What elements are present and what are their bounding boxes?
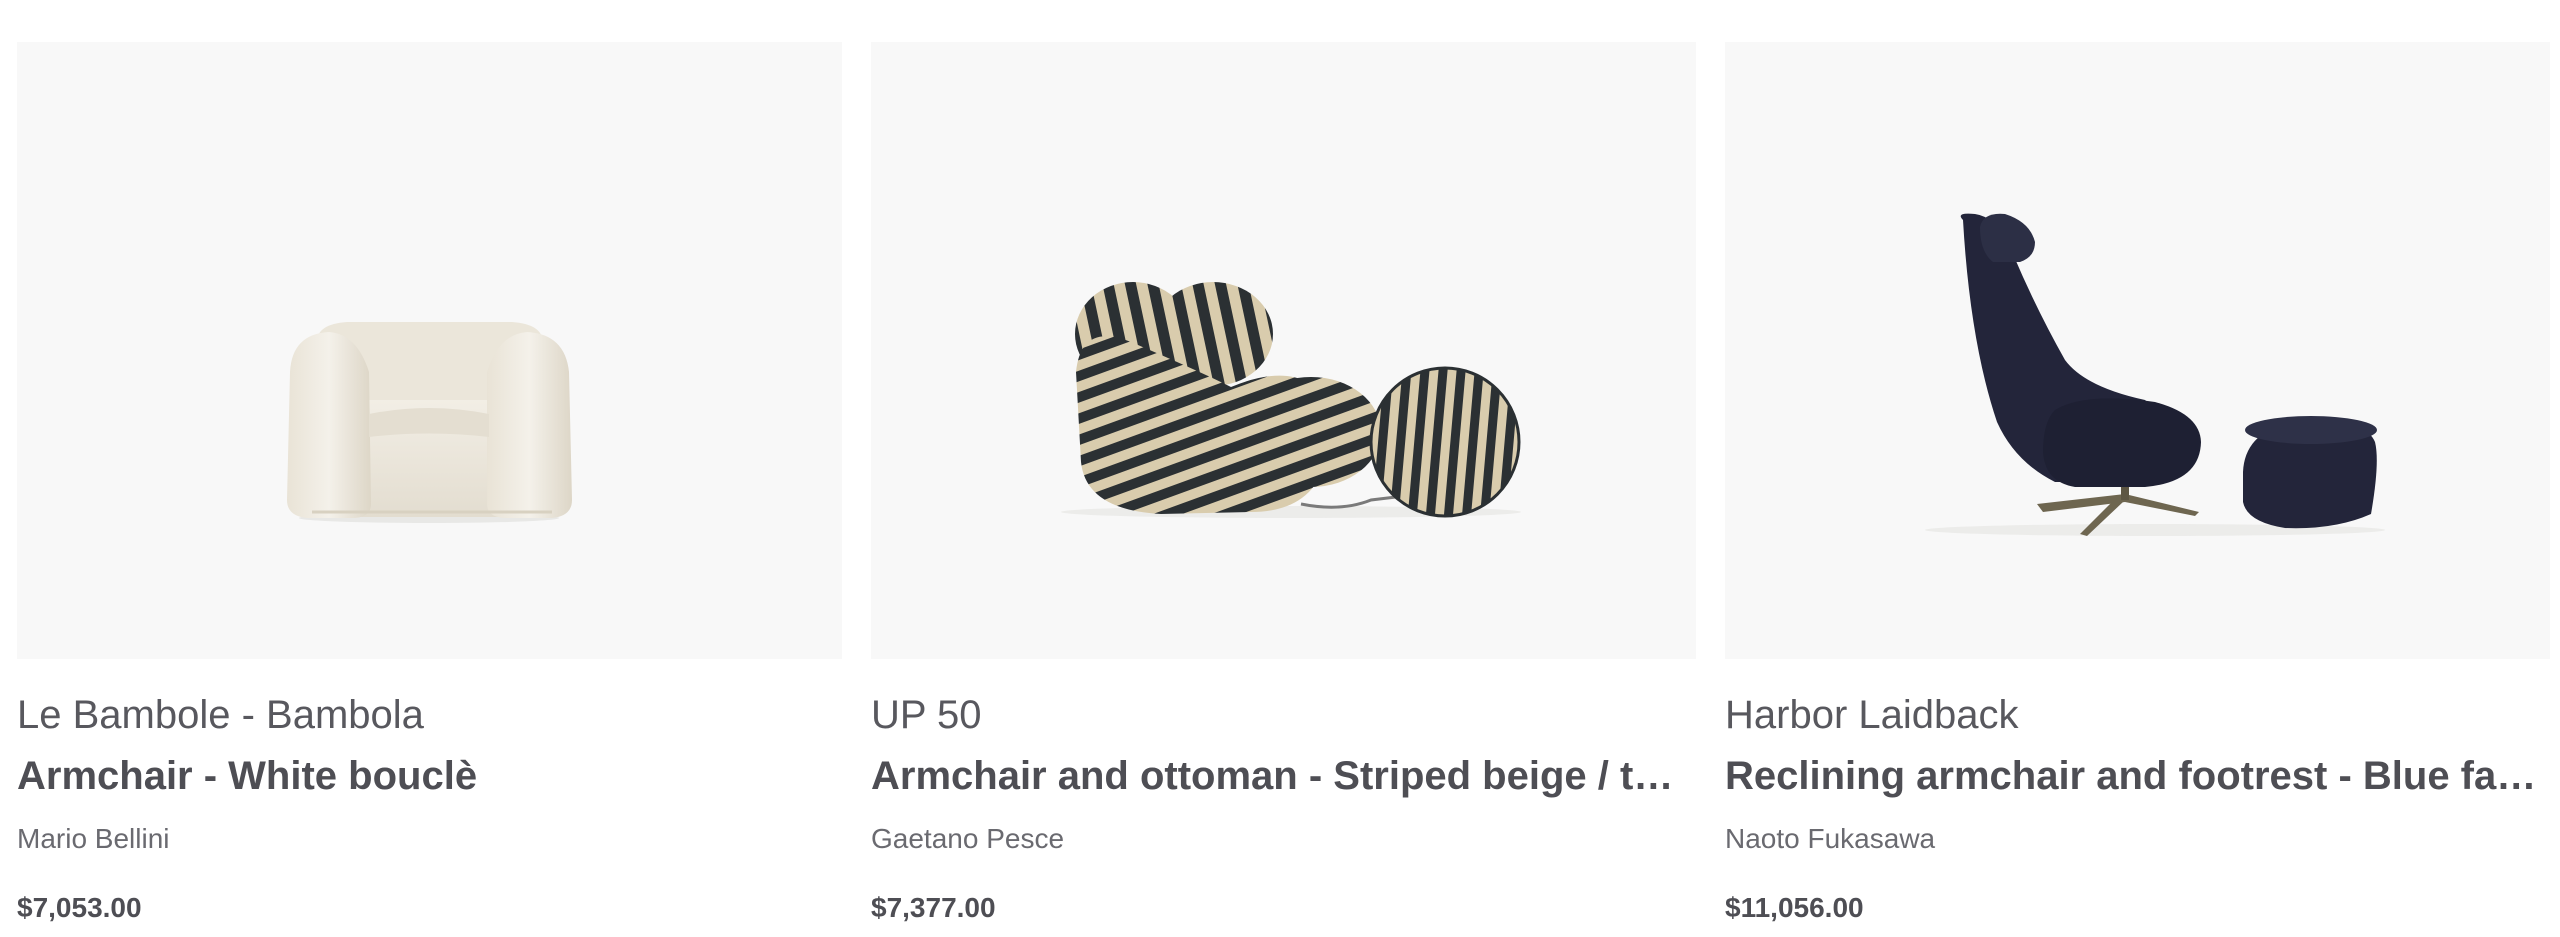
product-grid: Le Bambole - Bambola Armchair - White bo… xyxy=(17,42,2550,925)
product-price: $7,053.00 xyxy=(17,892,142,923)
white-boucle-armchair-image xyxy=(287,322,572,523)
product-card-up50[interactable]: UP 50 Armchair and ottoman - Striped bei… xyxy=(871,42,1696,925)
product-designer: Naoto Fukasawa xyxy=(1725,823,1936,854)
product-collection: UP 50 xyxy=(871,693,982,737)
product-collection: Harbor Laidback xyxy=(1725,693,2019,737)
product-collection: Le Bambole - Bambola xyxy=(17,693,424,737)
blue-reclining-armchair-footrest-image xyxy=(1925,213,2385,536)
product-name[interactable]: Reclining armchair and footrest - Blue f… xyxy=(1725,752,2550,800)
product-price: $7,377.00 xyxy=(871,892,996,923)
product-image-container[interactable] xyxy=(871,42,1696,659)
striped-armchair-ottoman-image xyxy=(1061,282,1521,518)
product-price: $11,056.00 xyxy=(1725,892,1864,923)
product-name[interactable]: Armchair and ottoman - Striped beige / t… xyxy=(871,752,1696,800)
product-image-container[interactable] xyxy=(17,42,842,659)
product-card-le-bambole[interactable]: Le Bambole - Bambola Armchair - White bo… xyxy=(17,42,842,925)
product-designer: Gaetano Pesce xyxy=(871,823,1065,854)
product-image-container[interactable] xyxy=(1725,42,2550,659)
product-designer: Mario Bellini xyxy=(17,823,170,854)
product-name[interactable]: Armchair - White bouclè xyxy=(17,752,842,800)
product-card-harbor-laidback[interactable]: Harbor Laidback Reclining armchair and f… xyxy=(1725,42,2550,925)
